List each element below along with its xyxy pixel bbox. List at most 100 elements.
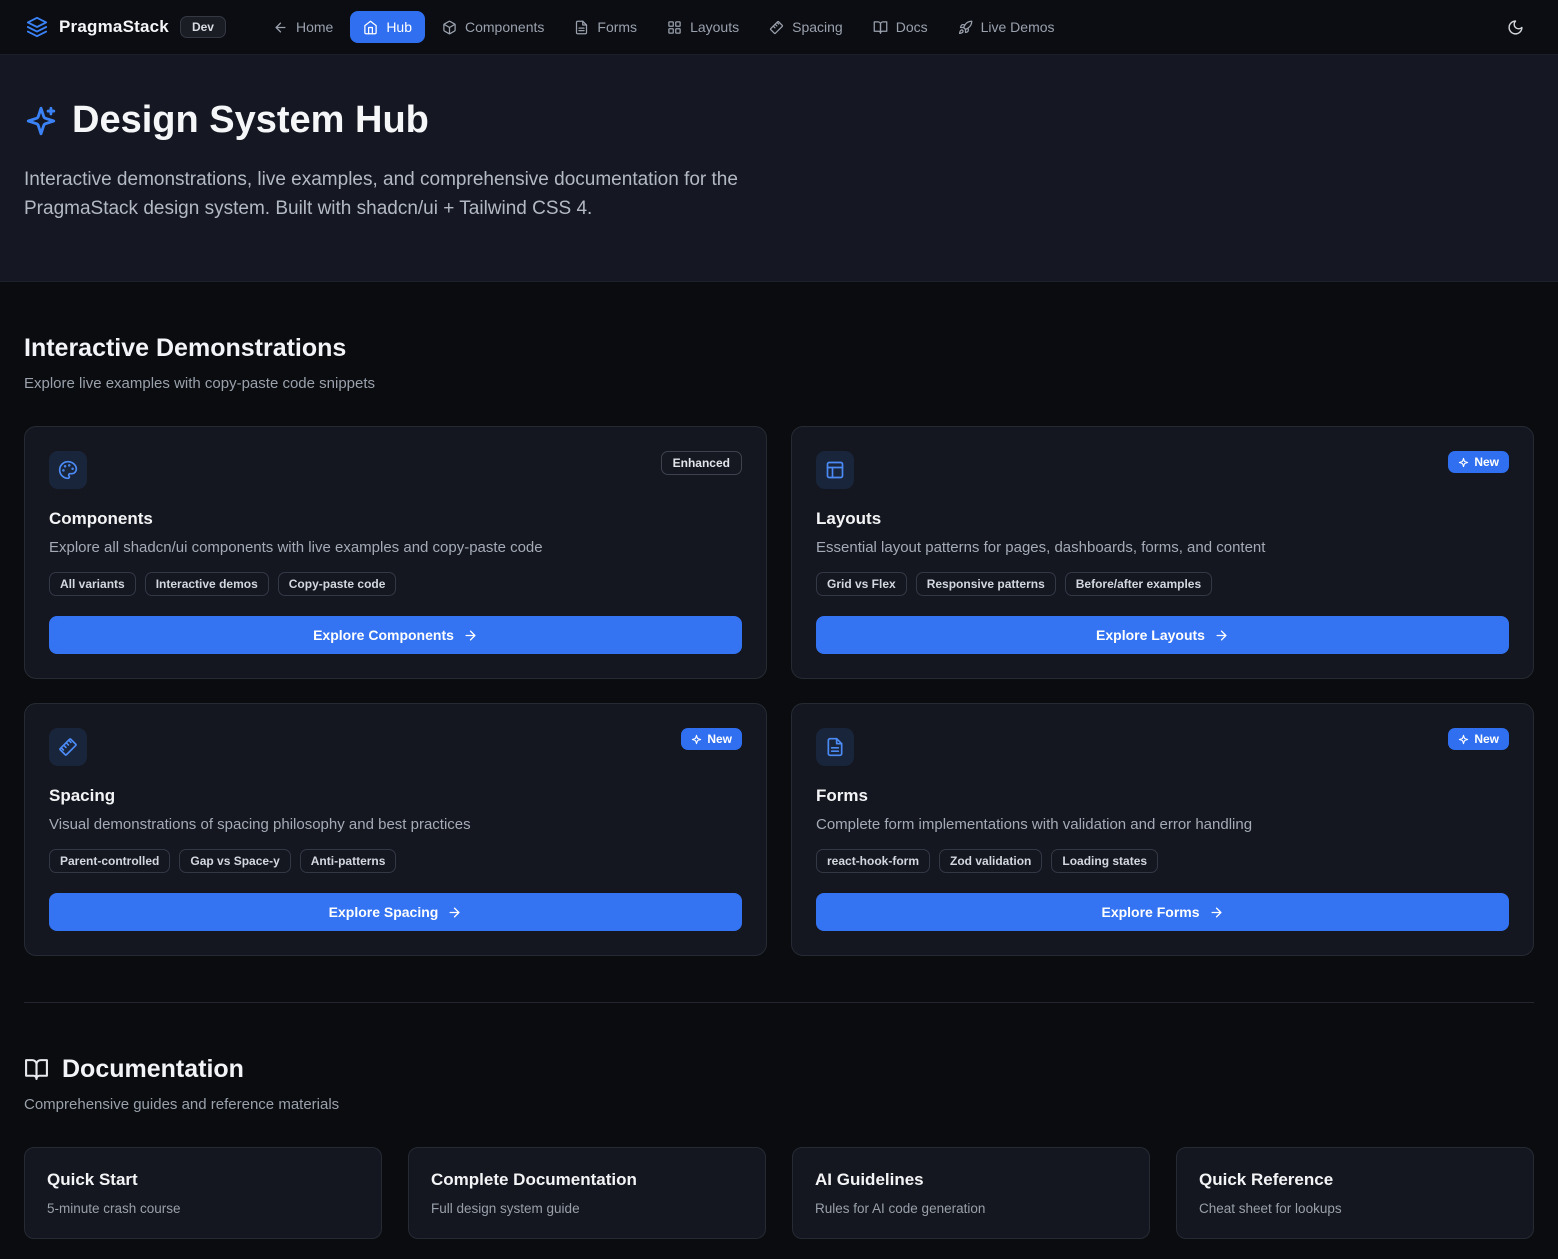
tag-list: react-hook-form Zod validation Loading s… [816,849,1509,873]
new-badge: New [1448,728,1509,750]
layout-grid-icon [667,20,682,35]
sparkles-icon [24,104,58,138]
nav-item-hub[interactable]: Hub [350,11,425,43]
badge-label: New [707,732,732,746]
tag-list: Parent-controlled Gap vs Space-y Anti-pa… [49,849,742,873]
hero-section: Design System Hub Interactive demonstrat… [0,55,1558,282]
layers-logo-icon [26,16,48,38]
main-content: Interactive Demonstrations Explore live … [0,282,1558,1259]
demo-cards-grid: Enhanced Components Explore all shadcn/u… [24,426,1534,956]
enhanced-badge: Enhanced [661,451,742,475]
documentation-heading-text: Documentation [62,1055,244,1084]
tag: Gap vs Space-y [179,849,290,873]
demo-card-spacing: New Spacing Visual demonstrations of spa… [24,703,767,956]
demos-heading: Interactive Demonstrations [24,334,1534,363]
card-description: Visual demonstrations of spacing philoso… [49,816,742,833]
sparkle-icon [1458,457,1469,468]
documentation-heading: Documentation [24,1055,1534,1084]
nav-item-components[interactable]: Components [429,11,557,43]
explore-forms-button[interactable]: Explore Forms [816,893,1509,931]
demo-card-components: Enhanced Components Explore all shadcn/u… [24,426,767,679]
doc-card-description: Cheat sheet for lookups [1199,1201,1511,1216]
badge-label: New [1474,455,1499,469]
nav-item-docs[interactable]: Docs [860,11,941,43]
demo-card-layouts: New Layouts Essential layout patterns fo… [791,426,1534,679]
tag: Zod validation [939,849,1042,873]
doc-card-title: Complete Documentation [431,1170,743,1190]
new-badge: New [681,728,742,750]
tag-list: All variants Interactive demos Copy-past… [49,572,742,596]
page-title: Design System Hub [24,99,1534,142]
tag: Parent-controlled [49,849,170,873]
hero-subtitle: Interactive demonstrations, live example… [24,166,769,223]
doc-card-title: AI Guidelines [815,1170,1127,1190]
card-description: Explore all shadcn/ui components with li… [49,539,742,556]
nav-label: Docs [896,19,928,35]
doc-card-ai-guidelines[interactable]: AI Guidelines Rules for AI code generati… [792,1147,1150,1239]
env-badge: Dev [180,16,226,38]
section-divider [24,1002,1534,1003]
book-open-icon [873,20,888,35]
card-header: New [816,451,1509,489]
card-title: Forms [816,786,1509,806]
nav-item-live-demos[interactable]: Live Demos [945,11,1068,43]
theme-toggle-button[interactable] [1499,11,1532,44]
new-badge: New [1448,451,1509,473]
arrow-left-icon [273,20,288,35]
doc-cards-grid: Quick Start 5-minute crash course Comple… [24,1147,1534,1239]
tag: react-hook-form [816,849,930,873]
nav-item-home[interactable]: Home [260,11,346,43]
doc-card-quick-start[interactable]: Quick Start 5-minute crash course [24,1147,382,1239]
nav-item-spacing[interactable]: Spacing [756,11,856,43]
tag: Loading states [1051,849,1158,873]
ruler-icon [769,20,784,35]
arrow-right-icon [463,628,478,643]
brand-group: PragmaStack Dev [26,16,226,38]
nav-label: Live Demos [981,19,1055,35]
doc-card-complete-documentation[interactable]: Complete Documentation Full design syste… [408,1147,766,1239]
nav-label: Spacing [792,19,843,35]
tag: Grid vs Flex [816,572,907,596]
card-title: Spacing [49,786,742,806]
nav-item-layouts[interactable]: Layouts [654,11,752,43]
file-text-icon [816,728,854,766]
sparkle-icon [1458,734,1469,745]
doc-card-description: Full design system guide [431,1201,743,1216]
arrow-right-icon [1214,628,1229,643]
card-header: New [816,728,1509,766]
sparkle-icon [691,734,702,745]
nav-label: Home [296,19,333,35]
cta-label: Explore Layouts [1096,627,1205,643]
cta-label: Explore Forms [1101,904,1199,920]
explore-layouts-button[interactable]: Explore Layouts [816,616,1509,654]
palette-icon [49,451,87,489]
nav-label: Components [465,19,544,35]
card-description: Complete form implementations with valid… [816,816,1509,833]
demos-subheading: Explore live examples with copy-paste co… [24,375,1534,392]
nav-label: Forms [597,19,637,35]
nav-label: Hub [386,19,412,35]
demo-card-forms: New Forms Complete form implementations … [791,703,1534,956]
explore-spacing-button[interactable]: Explore Spacing [49,893,742,931]
page-title-text: Design System Hub [72,99,429,142]
tag: All variants [49,572,136,596]
home-icon [363,20,378,35]
badge-label: New [1474,732,1499,746]
card-title: Layouts [816,509,1509,529]
tag: Responsive patterns [916,572,1056,596]
doc-card-description: Rules for AI code generation [815,1201,1127,1216]
nav-item-forms[interactable]: Forms [561,11,650,43]
doc-card-title: Quick Reference [1199,1170,1511,1190]
documentation-subheading: Comprehensive guides and reference mater… [24,1096,1534,1113]
file-text-icon [574,20,589,35]
ruler-icon [49,728,87,766]
card-header: Enhanced [49,451,742,489]
card-description: Essential layout patterns for pages, das… [816,539,1509,556]
book-open-icon [24,1057,49,1082]
tag: Interactive demos [145,572,269,596]
explore-components-button[interactable]: Explore Components [49,616,742,654]
doc-card-quick-reference[interactable]: Quick Reference Cheat sheet for lookups [1176,1147,1534,1239]
cta-label: Explore Components [313,627,454,643]
main-nav: Home Hub Components Forms Layouts [260,11,1068,43]
box-icon [442,20,457,35]
